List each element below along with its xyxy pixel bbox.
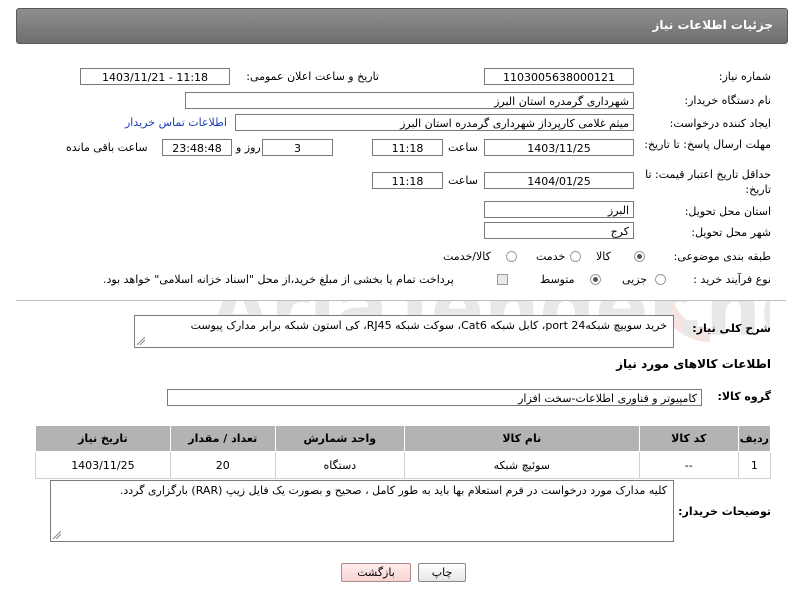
goods-group-label: گروه کالا: [717, 390, 771, 403]
category-label: طبقه بندی موضوعی: [673, 250, 771, 263]
validity-time-field[interactable]: 11:18 [372, 172, 443, 189]
cell-row-number: 1 [737, 451, 772, 479]
deadline-label: مهلت ارسال پاسخ: تا تاریخ: [644, 138, 771, 151]
creator-field[interactable]: میثم غلامی کارپرداز شهرداری گرمدره استان… [235, 114, 634, 131]
goods-table: ردیف کد کالا نام کالا واحد شمارش تعداد /… [35, 425, 772, 479]
need-number-label: شماره نیاز: [718, 70, 771, 83]
remaining-days-field[interactable]: 3 [262, 139, 333, 156]
col-goods-name: نام کالا [403, 425, 640, 452]
deadline-time-label: ساعت [448, 141, 478, 154]
buyer-org-field[interactable]: شهرداری گرمدره استان البرز [185, 92, 634, 109]
col-unit: واحد شمارش [274, 425, 405, 452]
cell-goods-code: -- [638, 451, 739, 479]
description-text: خرید سوییچ شبکه24 port، کابل شبکه Cat6، … [190, 319, 667, 332]
cell-goods-name: سوئیچ شبکه [403, 451, 640, 479]
resize-grip-icon[interactable] [53, 531, 61, 539]
remaining-label: ساعت باقی مانده [66, 141, 148, 154]
buyer-contact-link[interactable]: اطلاعات تماس خریدار [125, 116, 227, 129]
validity-date-field[interactable]: 1404/01/25 [484, 172, 634, 189]
city-label: شهر محل تحویل: [691, 226, 771, 239]
goods-table-header: ردیف کد کالا نام کالا واحد شمارش تعداد /… [35, 425, 772, 452]
category-service-radio[interactable] [570, 251, 581, 262]
goods-group-field[interactable]: کامپیوتر و فناوری اطلاعات-سخت افزار [167, 389, 702, 406]
description-textarea[interactable]: خرید سوییچ شبکه24 port، کابل شبکه Cat6، … [134, 315, 674, 348]
treasury-payment-checkbox[interactable] [497, 274, 508, 285]
back-button[interactable]: بازگشت [341, 563, 411, 582]
creator-label: ایجاد کننده درخواست: [669, 117, 771, 130]
category-service-label: خدمت [536, 250, 566, 263]
page-header: جزئیات اطلاعات نیاز [16, 8, 788, 44]
category-both-label: کالا/خدمت [443, 250, 491, 263]
buyer-notes-label: توضیحات خریدار: [678, 505, 771, 518]
province-label: استان محل تحویل: [684, 205, 771, 218]
col-quantity: تعداد / مقدار [169, 425, 276, 452]
panel-divider [16, 300, 786, 301]
process-medium-radio[interactable] [590, 274, 601, 285]
table-row[interactable]: 1 -- سوئیچ شبکه دستگاه 20 1403/11/25 [35, 451, 772, 479]
buyer-org-label: نام دستگاه خریدار: [684, 94, 771, 107]
cell-need-date: 1403/11/25 [35, 451, 171, 479]
description-label: شرح کلی نیاز: [692, 322, 771, 335]
need-number-field[interactable]: 1103005638000121 [484, 68, 634, 85]
process-minor-radio[interactable] [655, 274, 666, 285]
category-both-radio[interactable] [506, 251, 517, 262]
resize-grip-icon[interactable] [137, 337, 145, 345]
buyer-notes-text: کلیه مدارک مورد درخواست در فرم استعلام ب… [119, 484, 667, 497]
announce-date-field[interactable]: 1403/11/21 - 11:18 [80, 68, 230, 85]
cell-unit: دستگاه [274, 451, 405, 479]
remaining-time-field[interactable]: 23:48:48 [162, 139, 232, 156]
process-label: نوع فرآیند خرید : [693, 273, 771, 286]
deadline-time-field[interactable]: 11:18 [372, 139, 443, 156]
cell-quantity: 20 [169, 451, 276, 479]
col-need-date: تاریخ نیاز [35, 425, 171, 452]
validity-time-label: ساعت [448, 174, 478, 187]
category-goods-label: کالا [596, 250, 611, 263]
process-minor-label: جزیی [622, 273, 648, 286]
province-field[interactable]: البرز [484, 201, 634, 218]
deadline-date-field[interactable]: 1403/11/25 [484, 139, 634, 156]
treasury-payment-text: پرداخت تمام یا بخشی از مبلغ خرید،از محل … [103, 273, 454, 286]
process-medium-label: متوسط [540, 273, 575, 286]
announce-date-label: تاریخ و ساعت اعلان عمومی: [246, 70, 379, 83]
col-row-number: ردیف [737, 425, 772, 452]
page-title: جزئیات اطلاعات نیاز [652, 18, 773, 32]
category-goods-radio[interactable] [634, 251, 645, 262]
days-label: روز و [236, 141, 261, 154]
validity-label: حداقل تاریخ اعتبار قیمت: تا تاریخ: [645, 168, 771, 196]
print-button[interactable]: چاپ [418, 563, 466, 582]
goods-section-title: اطلاعات کالاهای مورد نیاز [616, 357, 771, 371]
city-field[interactable]: کرج [484, 222, 634, 239]
buyer-notes-textarea[interactable]: کلیه مدارک مورد درخواست در فرم استعلام ب… [50, 480, 674, 542]
col-goods-code: کد کالا [638, 425, 739, 452]
